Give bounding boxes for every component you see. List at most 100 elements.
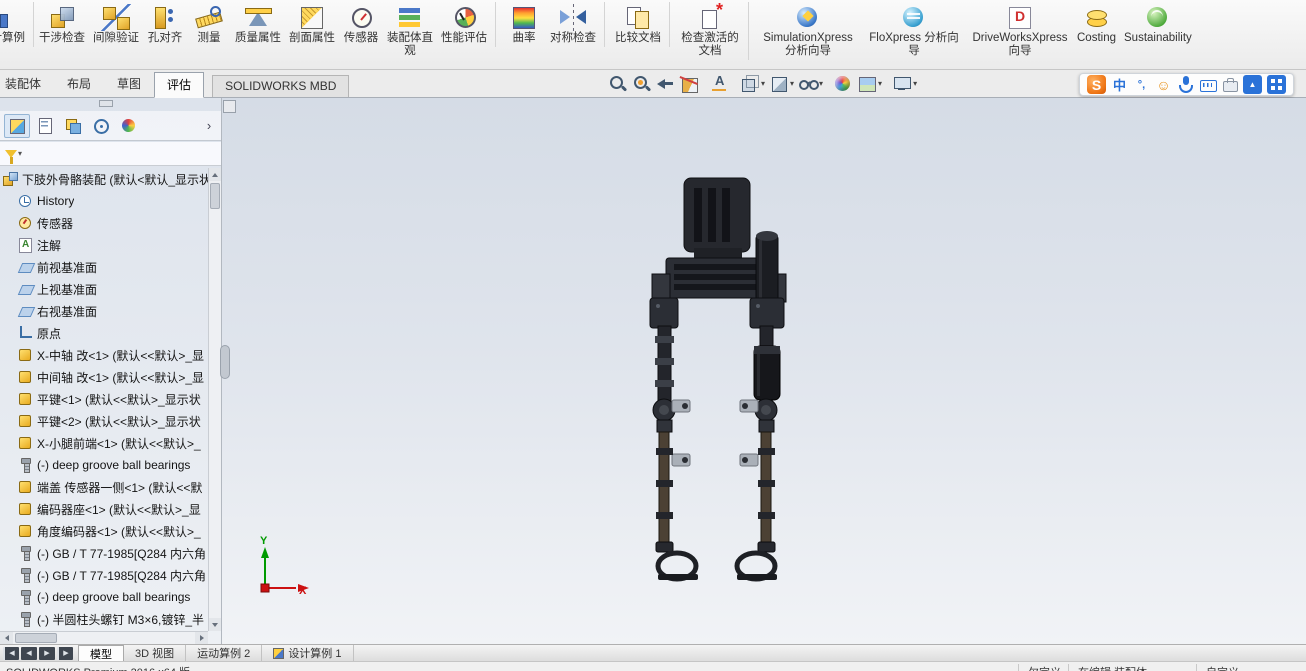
status-custom-dropdown[interactable]: 自定义 (1196, 664, 1239, 671)
command-tab[interactable]: 布局 (54, 71, 104, 97)
skin-grid-icon[interactable] (1267, 75, 1286, 94)
tree-item[interactable]: 角度编码器<1> (默认<<默认>_ (0, 520, 208, 542)
flyout-caret-icon[interactable]: ▾ (878, 79, 882, 88)
tree-item[interactable]: 下肢外骨骼装配 (默认<默认_显示状 (0, 168, 208, 190)
command-tab[interactable]: SOLIDWORKS MBD (212, 75, 350, 97)
tab-nav-arrow-icon[interactable]: ◀ (21, 646, 37, 660)
tree-item[interactable]: (-) deep groove ball bearings (0, 586, 208, 608)
tree-horizontal-scrollbar[interactable] (0, 631, 208, 644)
scroll-thumb[interactable] (210, 183, 220, 209)
scroll-up-icon[interactable] (209, 168, 221, 181)
panel-splitter-handle[interactable] (220, 345, 230, 379)
tree-item[interactable]: X-中轴 改<1> (默认<<默认>_显 (0, 344, 208, 366)
tree-item[interactable]: 原点 (0, 322, 208, 344)
view-tool-button[interactable]: ▾ (855, 73, 883, 94)
view-tool-button[interactable]: ▾ (796, 73, 824, 94)
ribbon-button[interactable]: 曲率 (503, 2, 545, 47)
toolbox-icon[interactable] (1221, 75, 1238, 94)
ribbon-button[interactable]: 对称检查 (547, 2, 605, 47)
view-tool-button[interactable]: ▾ (654, 73, 677, 94)
panel-collapse-button[interactable] (223, 100, 236, 113)
view-tool-button[interactable]: ▾ (708, 73, 731, 94)
exoskeleton-model[interactable] (649, 177, 787, 582)
tree-item[interactable]: X-小腿前端<1> (默认<<默认>_ (0, 432, 208, 454)
flyout-caret-icon[interactable]: ▾ (790, 79, 794, 88)
tree-item[interactable]: 端盖 传感器一侧<1> (默认<<默 (0, 476, 208, 498)
tree-item[interactable]: (-) 半圆柱头螺钉 M3×6,镀锌_半 (0, 608, 208, 630)
chinese-mode-icon[interactable]: 中 (1111, 75, 1128, 94)
study-tab[interactable]: 3D 视图 (124, 645, 187, 661)
study-tab[interactable]: 运动算例 2 (186, 645, 263, 661)
ribbon-button[interactable]: 比较文档 (612, 2, 670, 47)
tree-item[interactable]: 注解 (0, 234, 208, 256)
tree-item[interactable]: 编码器座<1> (默认<<默认>_显 (0, 498, 208, 520)
panel-tab[interactable] (60, 114, 86, 138)
filter-caret-icon[interactable]: ▾ (18, 149, 22, 158)
ribbon-button[interactable]: 孔对齐 (144, 2, 186, 47)
scroll-thumb-horizontal[interactable] (15, 633, 57, 643)
soft-keyboard-icon[interactable] (1199, 75, 1217, 94)
tab-nav-arrow-icon[interactable]: ◀ (3, 646, 19, 660)
scroll-right-icon[interactable] (195, 632, 208, 644)
punctuation-icon[interactable]: °, (1133, 75, 1150, 94)
tree-item[interactable]: 前视基准面 (0, 256, 208, 278)
tree-item[interactable]: 平键<1> (默认<<默认>_显示状 (0, 388, 208, 410)
panel-grab-handle[interactable] (99, 100, 113, 107)
view-tool-button[interactable]: ▾ (890, 73, 918, 94)
panel-tab[interactable] (116, 114, 142, 138)
tree-item[interactable]: History (0, 190, 208, 212)
tree-item[interactable]: 平键<2> (默认<<默认>_显示状 (0, 410, 208, 432)
scroll-left-icon[interactable] (0, 632, 13, 644)
tree-item[interactable]: (-) GB / T 77-1985[Q284 内六角 (0, 542, 208, 564)
panel-tab[interactable] (88, 114, 114, 138)
view-tool-button[interactable]: ▾ (678, 73, 701, 94)
ribbon-button[interactable]: 间隙验证 (90, 2, 142, 47)
panel-tab[interactable] (4, 113, 30, 138)
sogou-logo-icon[interactable]: S (1087, 75, 1106, 94)
view-tool-button[interactable]: ▾ (738, 73, 766, 94)
filter-funnel-icon[interactable] (5, 149, 17, 164)
tree-item[interactable]: 上视基准面 (0, 278, 208, 300)
ribbon-button[interactable]: 传感器 (340, 2, 382, 47)
tab-nav-arrow-icon[interactable]: ▶ (39, 646, 55, 660)
tree-item[interactable]: (-) deep groove ball bearings (0, 454, 208, 476)
ribbon-button[interactable]: 干涉检查 (36, 2, 88, 47)
ribbon-button[interactable]: Sustainability (1121, 2, 1195, 47)
ribbon-button[interactable]: 性能评估 (438, 2, 496, 47)
flyout-caret-icon[interactable]: ▾ (819, 79, 823, 88)
view-tool-button[interactable]: ▾ (606, 73, 629, 94)
panel-expand-chevron-icon[interactable]: › (201, 118, 217, 133)
ribbon-button[interactable]: DriveWorksXpress 向导 (968, 2, 1072, 60)
ribbon-button[interactable]: 装配体直观 (384, 2, 436, 60)
ribbon-button[interactable]: 质量属性 (232, 2, 284, 47)
command-tab[interactable]: 草图 (104, 71, 154, 97)
scroll-down-icon[interactable] (209, 618, 221, 631)
tree-vertical-scrollbar[interactable] (208, 168, 221, 631)
study-tab[interactable]: 模型 (78, 645, 124, 661)
ribbon-button[interactable]: 测量 (188, 2, 230, 47)
ribbon-button-design-study[interactable]: 设计算例 (0, 2, 34, 47)
tab-nav-arrow-icon[interactable]: ▶ (57, 646, 73, 660)
view-tool-button[interactable]: ▾ (831, 73, 854, 94)
command-tab[interactable]: 装配体 (0, 71, 54, 97)
tree-item[interactable]: (-) GB / T 77-1985[Q284 内六角 (0, 564, 208, 586)
ribbon-button[interactable]: Costing (1074, 2, 1119, 47)
expand-up-icon[interactable]: ▲ (1243, 75, 1262, 94)
tree-item[interactable]: 传感器 (0, 212, 208, 234)
flyout-caret-icon[interactable]: ▾ (913, 79, 917, 88)
tree-item[interactable]: 中间轴 改<1> (默认<<默认>_显 (0, 366, 208, 388)
view-settings-icon (891, 73, 912, 94)
tree-item[interactable]: 右视基准面 (0, 300, 208, 322)
panel-tab[interactable] (32, 114, 58, 138)
voice-input-icon[interactable] (1177, 75, 1194, 94)
study-tab[interactable]: 设计算例 1 (262, 645, 354, 661)
emoticon-icon[interactable]: ☺ (1155, 75, 1172, 94)
view-tool-button[interactable]: ▾ (630, 73, 653, 94)
ribbon-button[interactable]: 剖面属性 (286, 2, 338, 47)
command-tab[interactable]: 评估 (154, 72, 205, 98)
ribbon-button[interactable]: FloXpress 分析向导 (862, 2, 966, 60)
view-tool-button[interactable]: ▾ (767, 73, 795, 94)
flyout-caret-icon[interactable]: ▾ (761, 79, 765, 88)
ribbon-button[interactable]: SimulationXpress 分析向导 (756, 2, 860, 60)
ribbon-button[interactable]: 检查激活的文档 (677, 0, 749, 60)
